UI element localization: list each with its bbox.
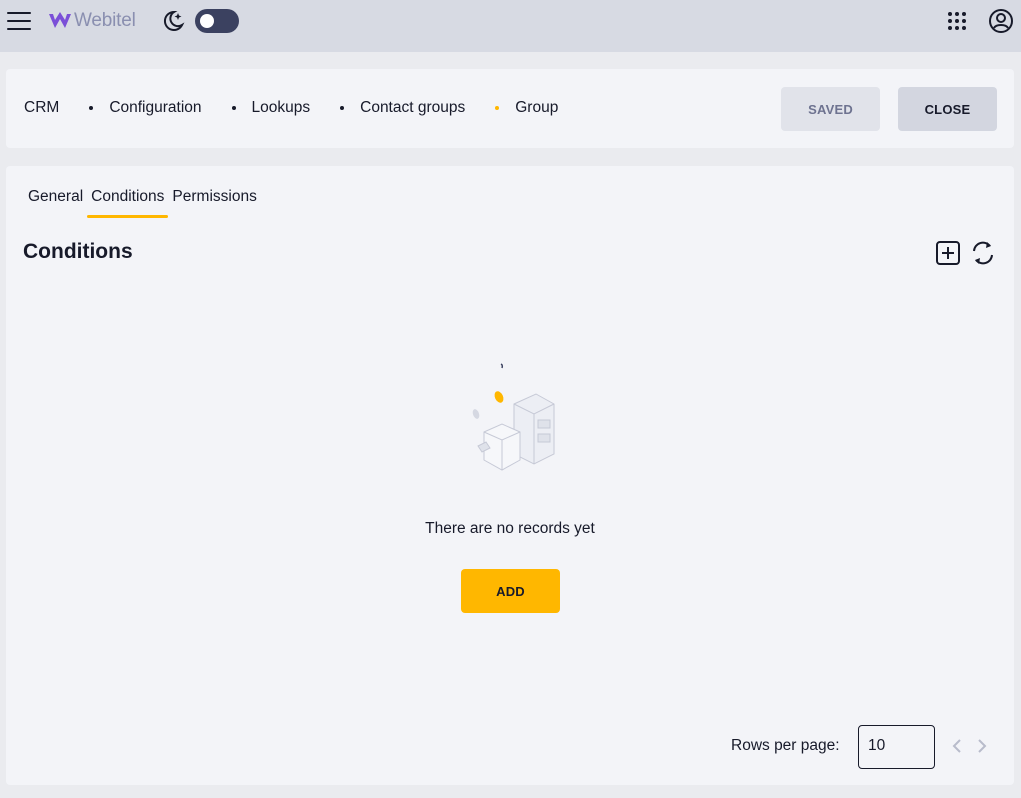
breadcrumb-item-configuration[interactable]: Configuration [109,99,201,117]
logo-text: Webitel [74,10,136,31]
empty-state-text: There are no records yet [425,520,595,537]
tab-conditions[interactable]: Conditions [87,188,169,218]
close-button[interactable]: CLOSE [898,87,997,131]
tab-bar: General Conditions Permissions [24,188,261,218]
empty-boxes-illustration [472,363,555,471]
theme-toggle[interactable] [195,9,239,33]
tab-permissions[interactable]: Permissions [168,188,260,218]
rows-per-page-select[interactable]: 10 [858,725,935,769]
apps-grid-icon[interactable] [945,9,969,33]
breadcrumb-item-contact-groups[interactable]: Contact groups [360,99,465,117]
breadcrumb-separator [231,106,236,110]
app-bar: Webitel [0,0,1021,52]
account-icon[interactable] [988,8,1014,34]
breadcrumb-separator [340,106,345,110]
tab-general[interactable]: General [24,188,87,218]
saved-button[interactable]: SAVED [781,87,880,131]
toggle-knob [200,14,214,28]
main-card: General Conditions Permissions Condition… [6,166,1014,785]
breadcrumb-separator [89,106,94,110]
webitel-logo-icon [49,12,71,28]
menu-icon[interactable] [6,9,32,33]
refresh-icon[interactable] [969,239,997,267]
breadcrumb-item-lookups[interactable]: Lookups [252,99,311,117]
breadcrumb-separator-active [495,106,500,110]
header-card: CRM Configuration Lookups Contact groups… [6,69,1014,148]
breadcrumb-item-crm[interactable]: CRM [24,99,59,117]
breadcrumb-item-group: Group [515,99,559,116]
chevron-right-icon[interactable] [974,737,990,755]
rows-per-page-label: Rows per page: [731,737,840,754]
webitel-logo[interactable]: Webitel [48,9,136,33]
night-mode-icon [163,10,185,31]
add-icon[interactable] [935,240,961,266]
add-button[interactable]: ADD [461,569,560,613]
chevron-left-icon[interactable] [949,737,965,755]
breadcrumb: CRM Configuration Lookups Contact groups… [24,99,558,117]
section-title: Conditions [23,240,133,263]
